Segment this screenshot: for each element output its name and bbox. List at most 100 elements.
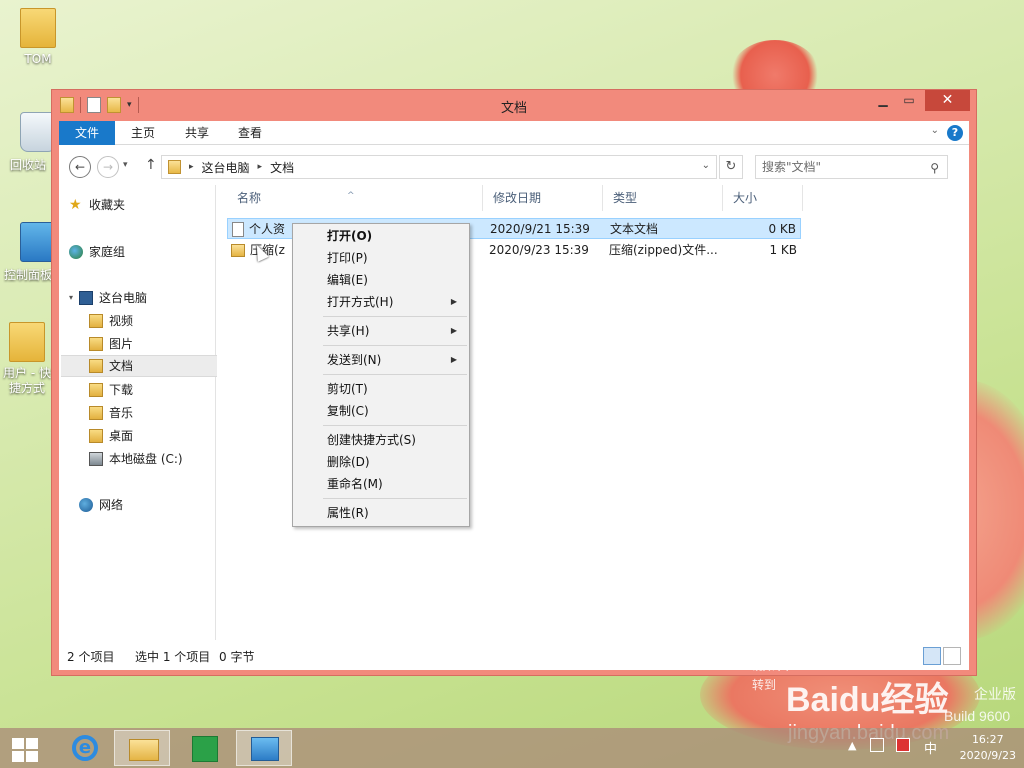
taskbar-control-panel-button[interactable] — [236, 730, 292, 766]
close-button[interactable]: ✕ — [925, 90, 970, 111]
desktop-icon-user-shortcut[interactable]: 用户 - 快捷方式 — [3, 322, 51, 396]
file-date: 2020/9/21 15:39 — [490, 222, 590, 236]
file-size: 0 KB — [768, 222, 796, 236]
chevron-right-icon[interactable]: ▸ — [258, 162, 263, 172]
menu-item-create-shortcut[interactable]: 创建快捷方式(S) — [295, 429, 467, 451]
context-menu: 打开(O) 打印(P) 编辑(E) 打开方式(H) ▶ 共享(H) ▶ 发送到(N)… — [292, 223, 470, 527]
selection-size: 0 字节 — [219, 650, 255, 664]
menu-item-edit[interactable]: 编辑(E) — [295, 269, 467, 291]
column-header-label: 修改日期 — [493, 191, 542, 205]
homegroup-icon — [69, 245, 83, 259]
column-header-name[interactable]: ^ 名称 — [227, 185, 483, 211]
menu-item-cut[interactable]: 剪切(T) — [295, 378, 467, 400]
up-button[interactable]: ↑ — [145, 157, 157, 173]
watermark-build: Build 9600 — [944, 708, 1011, 724]
file-type: 压缩(zipped)文件... — [609, 243, 718, 257]
taskbar-ie-button[interactable]: e — [56, 730, 112, 766]
back-button[interactable]: ← — [69, 156, 91, 178]
column-header-date[interactable]: 修改日期 — [483, 185, 603, 211]
help-icon[interactable]: ? — [947, 125, 963, 141]
item-count: 2 个项目 — [67, 650, 115, 664]
chevron-right-icon[interactable]: ▸ — [189, 162, 194, 172]
column-header-label: 大小 — [733, 191, 758, 205]
column-header-label: 名称 — [237, 191, 262, 205]
nav-item-network[interactable]: 网络 — [79, 494, 235, 516]
desktop-icon-tom[interactable]: TOM — [3, 8, 73, 66]
expand-ribbon-icon[interactable]: ⌄ — [931, 125, 939, 136]
column-header-type[interactable]: 类型 — [603, 185, 723, 211]
large-icons-view-button[interactable] — [943, 647, 961, 665]
tab-home[interactable]: 主页 — [115, 121, 171, 145]
taskbar-explorer-button[interactable] — [114, 730, 170, 766]
nav-item-label: 文档 — [109, 359, 134, 373]
nav-item-favorites[interactable]: ★ 收藏夹 — [69, 194, 225, 216]
menu-item-open-with[interactable]: 打开方式(H) ▶ — [295, 291, 467, 313]
system-clock[interactable]: 16:27 2020/9/23 — [960, 732, 1016, 764]
file-explorer-icon — [129, 739, 159, 761]
window-title: 文档 — [500, 101, 527, 116]
nav-item-label: 下载 — [109, 383, 134, 397]
content-area: ← → ▾ ↑ ▸ 这台电脑 ▸ 文档 ⌄ ↻ 搜索"文档" ⚲ ★ 收藏夹 家… — [59, 145, 969, 670]
menu-item-copy[interactable]: 复制(C) — [295, 400, 467, 422]
refresh-button[interactable]: ↻ — [719, 155, 743, 179]
nav-item-homegroup[interactable]: 家庭组 — [69, 241, 225, 263]
address-bar[interactable]: ▸ 这台电脑 ▸ 文档 ⌄ — [161, 155, 717, 179]
nav-item-label: 桌面 — [109, 429, 134, 443]
nav-item-label: 音乐 — [109, 406, 134, 420]
nav-item-label: 本地磁盘 (C:) — [109, 452, 183, 466]
forward-button[interactable]: → — [97, 156, 119, 178]
menu-item-print[interactable]: 打印(P) — [295, 247, 467, 269]
details-view-button[interactable] — [923, 647, 941, 665]
breadcrumb-this-pc[interactable]: 这台电脑 — [202, 159, 250, 176]
search-input[interactable]: 搜索"文档" ⚲ — [755, 155, 948, 179]
computer-icon — [79, 291, 94, 305]
watermark-edition: 企业版 — [974, 686, 1016, 702]
tab-file[interactable]: 文件 — [59, 121, 115, 145]
nav-item-label: 图片 — [109, 337, 134, 351]
maximize-button[interactable]: ▭ — [896, 90, 922, 111]
watermark-goto: 转到 — [752, 678, 777, 692]
submenu-arrow-icon: ▶ — [450, 326, 457, 335]
ime-indicator[interactable]: 中 — [924, 738, 937, 757]
tab-view[interactable]: 查看 — [222, 121, 278, 145]
expand-arrow-icon[interactable]: ▾ — [69, 287, 73, 309]
start-button[interactable] — [0, 730, 56, 766]
store-icon — [192, 736, 218, 762]
menu-item-open[interactable]: 打开(O) — [295, 225, 467, 247]
desktop-icon-label: 用户 - 快捷方式 — [3, 366, 51, 395]
clock-time: 16:27 — [971, 733, 1004, 746]
nav-item-this-pc[interactable]: ▾ 这台电脑 — [69, 287, 225, 309]
title-bar[interactable]: ▾ 文档 ▁ ▭ ✕ — [52, 90, 976, 120]
desktop-icon-label: 回收站 — [9, 158, 46, 172]
menu-item-send-to[interactable]: 发送到(N) ▶ — [295, 349, 467, 371]
nav-item-label: 网络 — [99, 498, 124, 512]
clock-date: 2020/9/23 — [959, 749, 1016, 762]
menu-item-delete[interactable]: 删除(D) — [295, 451, 467, 473]
breadcrumb-documents[interactable]: 文档 — [270, 159, 294, 176]
menu-separator — [323, 316, 467, 317]
menu-item-rename[interactable]: 重命名(M) — [295, 473, 467, 495]
recent-locations-icon[interactable]: ▾ — [123, 160, 128, 170]
file-type: 文本文档 — [610, 222, 659, 236]
network-status-icon[interactable] — [896, 738, 910, 752]
address-dropdown-icon[interactable]: ⌄ — [702, 160, 710, 171]
tab-share[interactable]: 共享 — [169, 121, 225, 145]
minimize-button[interactable]: ▁ — [870, 90, 896, 111]
navigation-pane: ★ 收藏夹 家庭组 ▾ 这台电脑 视频 图片 文档 下载 音乐 桌面 本地磁盘 … — [59, 185, 217, 640]
nav-item-documents[interactable]: 文档 — [61, 355, 217, 377]
taskbar-store-button[interactable] — [176, 730, 232, 766]
desktop-icon-label: 控制面板 — [3, 268, 52, 282]
menu-separator — [323, 374, 467, 375]
ribbon-tabs: 文件 主页 共享 查看 ⌄ ? — [59, 121, 969, 145]
menu-item-properties[interactable]: 属性(R) — [295, 502, 467, 524]
show-hidden-icons[interactable]: ▲ — [848, 739, 856, 752]
nav-item-label: 这台电脑 — [99, 291, 148, 305]
column-header-size[interactable]: 大小 — [723, 185, 803, 211]
file-date: 2020/9/23 15:39 — [489, 243, 589, 257]
submenu-arrow-icon: ▶ — [450, 297, 457, 306]
menu-item-share[interactable]: 共享(H) ▶ — [295, 320, 467, 342]
action-center-icon[interactable] — [870, 738, 884, 752]
search-icon[interactable]: ⚲ — [930, 157, 939, 179]
file-size: 1 KB — [769, 243, 797, 257]
downloads-folder-icon — [89, 383, 103, 397]
